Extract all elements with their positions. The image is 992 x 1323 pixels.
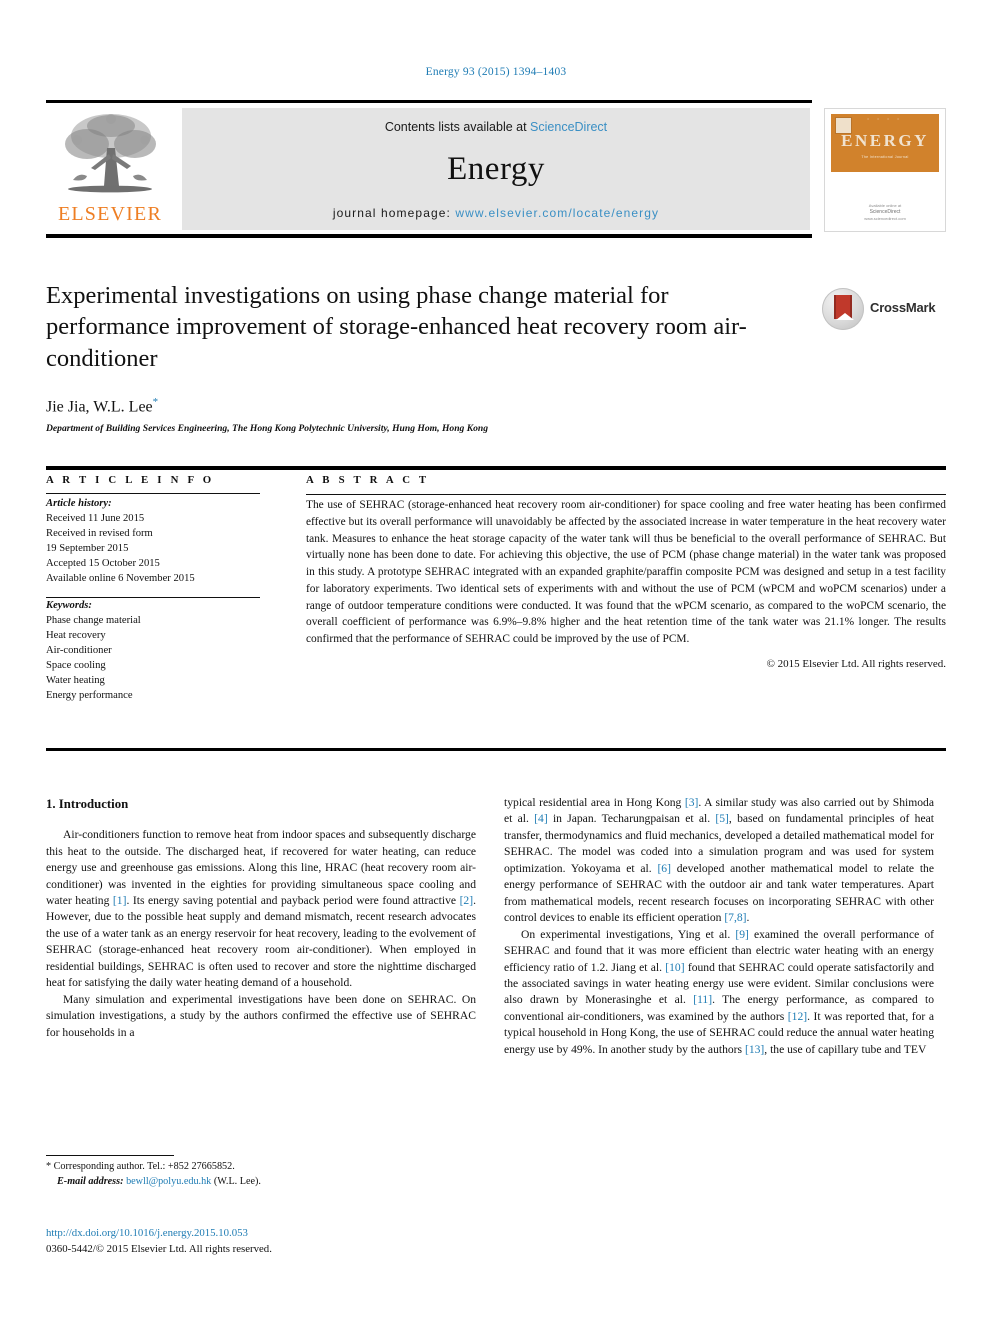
paper-title: Experimental investigations on using pha… bbox=[46, 282, 747, 372]
elsevier-tree-icon bbox=[65, 114, 156, 193]
issn-copyright-line: 0360-5442/© 2015 Elsevier Ltd. All right… bbox=[46, 1243, 272, 1256]
intro-paragraph: Many simulation and experimental investi… bbox=[46, 992, 476, 1039]
intro-paragraph: Air-conditioners function to remove heat… bbox=[46, 828, 476, 990]
cover-footer: Available online at ScienceDirect www.sc… bbox=[831, 203, 939, 223]
title-block: Experimental investigations on using pha… bbox=[46, 280, 946, 434]
crossmark-book-icon bbox=[834, 295, 854, 320]
doi-link[interactable]: http://dx.doi.org/10.1016/j.energy.2015.… bbox=[46, 1225, 546, 1241]
journal-masthead: ELSEVIER Contents lists available at Sci… bbox=[46, 100, 946, 238]
paper-page: Energy 93 (2015) 1394–1403 ELSEVIER Cont… bbox=[0, 0, 992, 1323]
history-item: Accepted 15 October 2015 bbox=[46, 558, 160, 570]
contents-available-line: Contents lists available at ScienceDirec… bbox=[182, 120, 810, 134]
author-list: Jie Jia, W.L. Lee* bbox=[46, 396, 946, 416]
article-info-heading: A R T I C L E I N F O bbox=[46, 474, 215, 486]
abstract-underrule bbox=[306, 494, 946, 495]
history-item: 19 September 2015 bbox=[46, 543, 129, 555]
info-rule-bottom bbox=[46, 748, 946, 751]
journal-title: Energy bbox=[447, 151, 545, 187]
article-info-section: A R T I C L E I N F O Article history: R… bbox=[46, 474, 260, 703]
keywords-block: Keywords: Phase change material Heat rec… bbox=[46, 598, 260, 703]
abstract-text: The use of SEHRAC (storage-enhanced heat… bbox=[306, 499, 946, 646]
masthead-rule-bottom bbox=[46, 234, 812, 238]
journal-homepage-link[interactable]: www.elsevier.com/locate/energy bbox=[455, 206, 659, 220]
keyword-item: Heat recovery bbox=[46, 630, 106, 642]
masthead-center-band: Contents lists available at ScienceDirec… bbox=[182, 108, 810, 230]
homepage-prefix: journal homepage: bbox=[332, 206, 456, 220]
info-rule-top bbox=[46, 466, 946, 470]
journal-cover-thumbnail: • • • • ENERGY The International Journal… bbox=[824, 108, 946, 232]
section-heading-introduction: 1. Introduction bbox=[46, 797, 129, 811]
cover-footer-line3: www.sciencedirect.com bbox=[864, 216, 906, 221]
email-suffix: (W.L. Lee). bbox=[213, 1175, 261, 1187]
masthead-rule-top bbox=[46, 100, 812, 103]
crossmark-circle-icon bbox=[822, 288, 864, 330]
keyword-item: Air-conditioner bbox=[46, 645, 112, 657]
journal-homepage-line: journal homepage: www.elsevier.com/locat… bbox=[182, 206, 810, 220]
author-names: Jie Jia, W.L. Lee bbox=[46, 398, 153, 416]
body-column-right: typical residential area in Hong Kong [3… bbox=[504, 795, 934, 1058]
keyword-item: Water heating bbox=[46, 675, 105, 687]
elsevier-logo: ELSEVIER bbox=[46, 108, 174, 232]
email-link[interactable]: bewll@polyu.edu.hk bbox=[126, 1176, 211, 1187]
keyword-item: Space cooling bbox=[46, 660, 106, 672]
keyword-item: Phase change material bbox=[46, 615, 141, 627]
abstract-copyright: © 2015 Elsevier Ltd. All rights reserved… bbox=[766, 657, 946, 670]
email-note: E-mail address: bewll@polyu.edu.hk (W.L.… bbox=[46, 1175, 476, 1190]
doi-block: http://dx.doi.org/10.1016/j.energy.2015.… bbox=[46, 1225, 546, 1257]
article-history-label: Article history: bbox=[46, 498, 112, 509]
abstract-heading: A B S T R A C T bbox=[306, 474, 430, 486]
history-item: Available online 6 November 2015 bbox=[46, 573, 195, 585]
cover-footer-line2: ScienceDirect bbox=[869, 208, 901, 215]
elsevier-wordmark: ELSEVIER bbox=[57, 203, 163, 225]
keywords-rule bbox=[46, 597, 260, 599]
cover-top-marks: • • • • bbox=[867, 117, 903, 121]
running-head: Energy 93 (2015) 1394–1403 bbox=[425, 66, 567, 78]
sciencedirect-link[interactable]: ScienceDirect bbox=[530, 120, 607, 134]
intro-paragraph-continued: typical residential area in Hong Kong [3… bbox=[504, 796, 934, 925]
cover-tagline: The International Journal bbox=[861, 155, 909, 159]
contents-prefix: Contents lists available at bbox=[384, 120, 531, 134]
cover-journal-title: ENERGY bbox=[841, 131, 929, 150]
keywords-label: Keywords: bbox=[46, 600, 92, 612]
body-column-left: 1. Introduction Air-conditioners functio… bbox=[46, 795, 476, 1041]
history-item: Received 11 June 2015 bbox=[46, 513, 145, 525]
intro-paragraph: On experimental investigations, Ying et … bbox=[504, 927, 934, 1056]
crossmark-label: CrossMark bbox=[870, 300, 936, 315]
article-history-block: Article history: Received 11 June 2015 R… bbox=[46, 496, 260, 586]
corresponding-author-marker: * bbox=[152, 396, 159, 409]
history-item: Received in revised form bbox=[46, 528, 153, 540]
affiliation: Department of Building Services Engineer… bbox=[46, 423, 489, 435]
corresponding-author-note: * Corresponding author. Tel.: +852 27665… bbox=[46, 1161, 235, 1172]
email-label: E-mail address: bbox=[57, 1175, 124, 1187]
crossmark-badge[interactable]: CrossMark bbox=[822, 288, 942, 332]
footnote-block: * Corresponding author. Tel.: +852 27665… bbox=[46, 1155, 476, 1190]
footnote-rule bbox=[46, 1155, 174, 1156]
article-info-underrule bbox=[46, 493, 260, 494]
keyword-item: Energy performance bbox=[46, 690, 133, 702]
abstract-section: A B S T R A C T The use of SEHRAC (stora… bbox=[306, 474, 946, 670]
